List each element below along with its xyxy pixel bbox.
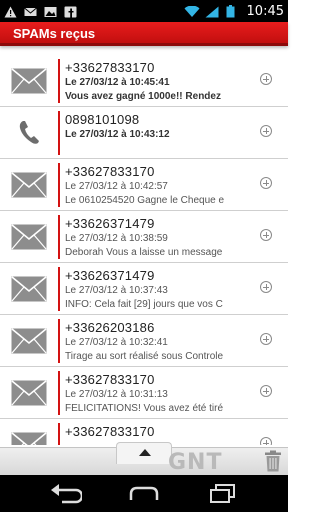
- mail-icon: [24, 5, 37, 17]
- phone-icon: [11, 120, 47, 146]
- sender-number: +33627833170: [65, 164, 155, 179]
- item-separator: [58, 215, 60, 259]
- message-preview: FELICITATIONS! Vous avez été tiré: [65, 403, 224, 414]
- page-title: SPAMs reçus: [13, 26, 96, 41]
- navigation-bar: [0, 475, 288, 512]
- list-item[interactable]: +33626371479 Le 27/03/12 à 10:37:43 INFO…: [0, 263, 288, 315]
- envelope-icon: [11, 432, 47, 445]
- sender-number: +33626203186: [65, 320, 155, 335]
- sender-number: +33627833170: [65, 60, 155, 75]
- item-separator: [58, 111, 60, 155]
- expand-plus-icon[interactable]: [260, 385, 272, 397]
- expand-plus-icon[interactable]: [260, 333, 272, 345]
- received-date: Le 27/03/12 à 10:38:59: [65, 233, 168, 244]
- sender-number: +33626371479: [65, 216, 155, 231]
- trash-icon[interactable]: [264, 450, 282, 472]
- list-item[interactable]: 0898101098 Le 27/03/12 à 10:43:12: [0, 107, 288, 159]
- received-date: Le 27/03/12 à 10:31:13: [65, 389, 168, 400]
- wifi-icon: [184, 5, 200, 18]
- received-date: Le 27/03/12 à 10:42:57: [65, 181, 168, 192]
- bottom-toolbar: GNT: [0, 442, 288, 475]
- item-separator: [58, 59, 60, 103]
- message-preview: Vous avez gagné 1000e!! Rendez: [65, 91, 221, 102]
- sender-number: +33626371479: [65, 268, 155, 283]
- status-bar: 10:45: [0, 0, 288, 22]
- image-icon: [44, 5, 57, 17]
- expand-plus-icon[interactable]: [260, 437, 272, 445]
- message-preview: Deborah Vous a laisse un message: [65, 247, 223, 258]
- item-separator: [58, 163, 60, 207]
- watermark: GNT: [168, 450, 223, 475]
- sender-number: 0898101098: [65, 112, 140, 127]
- item-separator: [58, 319, 60, 363]
- sender-number: +33627833170: [65, 372, 155, 387]
- list-item[interactable]: +33626203186 Le 27/03/12 à 10:32:41 Tira…: [0, 315, 288, 367]
- expand-plus-icon[interactable]: [260, 177, 272, 189]
- expand-plus-icon[interactable]: [260, 229, 272, 241]
- back-icon[interactable]: [48, 482, 84, 504]
- app-header: SPAMs reçus: [0, 22, 288, 46]
- message-preview: Le 0610254520 Gagne le Cheque e: [65, 195, 225, 206]
- envelope-icon: [11, 68, 47, 94]
- item-separator: [58, 423, 60, 445]
- envelope-icon: [11, 276, 47, 302]
- expand-plus-icon[interactable]: [260, 73, 272, 85]
- expand-plus-icon[interactable]: [260, 281, 272, 293]
- recent-apps-icon[interactable]: [206, 482, 240, 504]
- item-separator: [58, 371, 60, 415]
- list-item[interactable]: +33626371479 Le 27/03/12 à 10:38:59 Debo…: [0, 211, 288, 263]
- status-time: 10:45: [246, 3, 284, 19]
- home-icon[interactable]: [127, 482, 161, 504]
- facebook-icon: [64, 5, 77, 18]
- list-item[interactable]: +33627833170 Le 27/03/12 à 10:42:57 Le 0…: [0, 159, 288, 211]
- received-date: Le 27/03/12 à 10:43:12: [65, 129, 170, 140]
- signal-icon: [205, 5, 219, 18]
- message-preview: Tirage au sort réalisé sous Controle: [65, 351, 224, 362]
- list-item[interactable]: +33627833170 Le 27/03/12 à 10:31:13 FELI…: [0, 367, 288, 419]
- battery-icon: [226, 5, 239, 18]
- envelope-icon: [11, 328, 47, 354]
- received-date: Le 27/03/12 à 10:45:41: [65, 77, 170, 88]
- item-separator: [58, 267, 60, 311]
- scroll-up-button[interactable]: [116, 442, 172, 464]
- sender-number: +33627833170: [65, 424, 155, 439]
- message-list[interactable]: +33627833170 Le 27/03/12 à 10:45:41 Vous…: [0, 55, 288, 445]
- envelope-icon: [11, 380, 47, 406]
- message-preview: INFO: Cela fait [29] jours que vos C: [65, 299, 223, 310]
- list-item[interactable]: +33627833170 Le 27/03/12 à 10:45:41 Vous…: [0, 55, 288, 107]
- received-date: Le 27/03/12 à 10:32:41: [65, 337, 168, 348]
- expand-plus-icon[interactable]: [260, 125, 272, 137]
- warning-icon: [4, 5, 17, 18]
- envelope-icon: [11, 224, 47, 250]
- envelope-icon: [11, 172, 47, 198]
- received-date: Le 27/03/12 à 10:37:43: [65, 285, 168, 296]
